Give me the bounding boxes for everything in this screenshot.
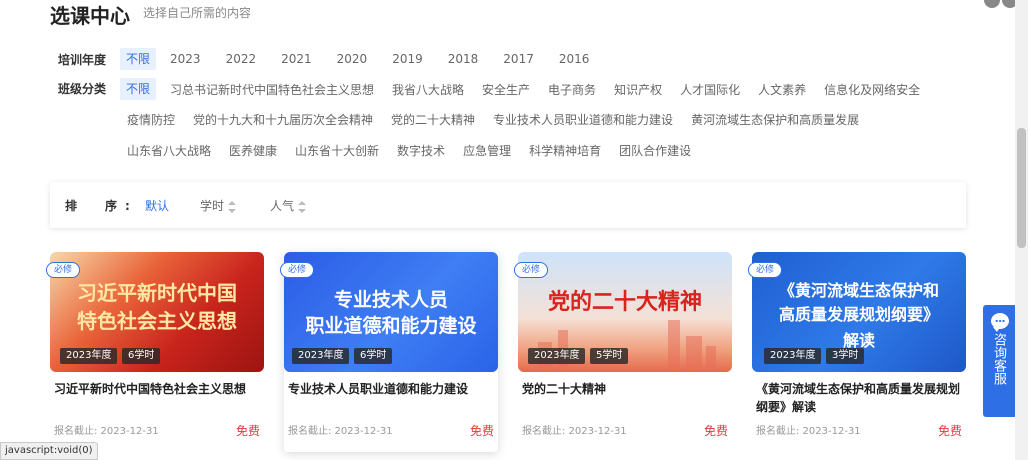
course-price: 免费 [469,424,494,438]
user-avatar-icon[interactable] [984,0,1000,8]
sort-default-option[interactable]: 默认 [145,197,169,214]
year-option[interactable]: 2017 [497,48,540,70]
category-option-all[interactable]: 不限 [120,78,157,100]
required-badge: 必修 [46,262,81,278]
course-title[interactable]: 专业技术人员职业道德和能力建设 [288,380,498,398]
course-price: 免费 [703,424,728,438]
year-tag: 2023年度 [292,348,350,364]
skyline-decoration [706,346,716,372]
browser-status-bar: javascript:void(0) [0,442,98,460]
course-cover[interactable]: 党的二十大精神 2023年度 5学时 [518,252,732,372]
sort-hours-option[interactable]: 学时 [200,197,237,214]
category-option[interactable]: 党的二十大精神 [385,109,481,131]
sort-popularity-option[interactable]: 人气 [270,197,307,214]
category-option[interactable]: 山东省十大创新 [289,140,385,162]
course-deadline: 报名截止: 2023-12-31 [54,426,159,437]
hours-tag: 6学时 [354,348,393,364]
category-option[interactable]: 知识产权 [608,79,668,101]
category-option[interactable]: 数字技术 [391,140,451,162]
category-option[interactable]: 疫情防控 [121,109,181,131]
course-card[interactable]: 党的二十大精神 2023年度 5学时 必修 党的二十大精神 报名截止: 2023… [514,252,732,452]
sort-popularity-label: 人气 [270,199,295,213]
year-option[interactable]: 2016 [553,48,596,70]
category-option[interactable]: 电子商务 [542,79,602,101]
course-card[interactable]: 习近平新时代中国 特色社会主义思想 2023年度 6学时 必修 习近平新时代中国… [46,252,264,452]
customer-service-button[interactable]: 咨询客服 [983,305,1017,417]
year-option[interactable]: 2019 [386,48,429,70]
course-title[interactable]: 《黄河流域生态保护和高质量发展规划纲要》解读 [756,380,966,416]
page-title: 选课中心 [50,4,130,28]
year-tag: 2023年度 [764,348,822,364]
cover-line: 《黄河流域生态保护和 [778,281,939,300]
course-deadline: 报名截止: 2023-12-31 [288,426,393,437]
category-option[interactable]: 团队合作建设 [613,140,697,162]
year-filter: 培训年度 不限 2023 2022 2021 2020 2019 2018 20… [58,48,595,70]
cover-line: 特色社会主义思想 [77,309,237,333]
year-option[interactable]: 2022 [220,48,263,70]
year-option[interactable]: 2023 [164,48,207,70]
course-card[interactable]: 专业技术人员 职业道德和能力建设 2023年度 6学时 必修 专业技术人员职业道… [280,252,498,452]
category-options-row-2: 疫情防控 党的十九大和十九届历次全会精神 党的二十大精神 专业技术人员职业道德和… [121,109,865,131]
year-option[interactable]: 2020 [331,48,374,70]
category-filter-label: 班级分类 [58,81,107,96]
cover-line: 党的二十大精神 [547,290,702,315]
hours-tag: 6学时 [122,348,161,364]
category-filter: 班级分类 不限 [58,78,157,100]
skyline-decoration [686,336,702,372]
page-scrollbar[interactable] [1015,0,1028,460]
cover-line: 习近平新时代中国 [77,281,237,305]
category-option[interactable]: 黄河流域生态保护和高质量发展 [685,109,865,131]
scrollbar-thumb[interactable] [1017,128,1026,248]
course-cover[interactable]: 《黄河流域生态保护和 高质量发展规划纲要》 解读 2023年度 3学时 [752,252,966,372]
course-price: 免费 [235,424,260,438]
course-price: 免费 [937,424,962,438]
category-option[interactable]: 科学精神培育 [523,140,607,162]
course-deadline: 报名截止: 2023-12-31 [522,426,627,437]
customer-service-label-wrap: 咨询客服 [991,333,1008,385]
course-cover[interactable]: 专业技术人员 职业道德和能力建设 2023年度 6学时 [284,252,498,372]
category-option[interactable]: 医养健康 [223,140,283,162]
category-option[interactable]: 山东省八大战略 [121,140,217,162]
category-option[interactable]: 应急管理 [457,140,517,162]
required-badge: 必修 [514,262,549,278]
category-option[interactable]: 我省八大战略 [386,79,470,101]
year-option-all[interactable]: 不限 [120,48,157,70]
course-title[interactable]: 习近平新时代中国特色社会主义思想 [54,380,264,398]
chat-dots-icon [995,320,1005,322]
year-option[interactable]: 2021 [275,48,318,70]
cover-line: 专业技术人员 [333,289,448,311]
course-card[interactable]: 《黄河流域生态保护和 高质量发展规划纲要》 解读 2023年度 3学时 必修 《… [748,252,966,452]
cover-line: 高质量发展规划纲要》 [778,305,939,324]
year-option[interactable]: 2018 [442,48,485,70]
page-subtitle: 选择自己所需的内容 [143,6,252,20]
category-option[interactable]: 安全生产 [476,79,536,101]
customer-service-label: 咨询客服 [991,333,1006,385]
category-options-row-3: 山东省八大战略 医养健康 山东省十大创新 数字技术 应急管理 科学精神培育 团队… [121,140,697,162]
year-filter-label: 培训年度 [58,52,107,67]
cover-line: 职业道德和能力建设 [305,315,477,337]
required-badge: 必修 [748,262,783,278]
sort-arrows-icon [298,200,307,213]
hours-tag: 3学时 [826,348,865,364]
course-cover[interactable]: 习近平新时代中国 特色社会主义思想 2023年度 6学时 [50,252,264,372]
category-option[interactable]: 专业技术人员职业道德和能力建设 [487,109,679,131]
year-tag: 2023年度 [528,348,586,364]
course-title[interactable]: 党的二十大精神 [522,380,732,398]
sort-label: 排 序: [65,199,138,213]
category-option[interactable]: 党的十九大和十九届历次全会精神 [187,109,379,131]
sort-hours-label: 学时 [200,199,225,213]
sort-bar: 排 序: 默认 学时 人气 [50,182,966,228]
course-deadline: 报名截止: 2023-12-31 [756,426,861,437]
skyline-decoration [668,320,680,372]
category-options-row-1: 习总书记新时代中国特色社会主义思想 我省八大战略 安全生产 电子商务 知识产权 … [164,79,926,101]
category-option[interactable]: 人文素养 [752,79,812,101]
category-option[interactable]: 人才国际化 [674,79,746,101]
year-tag: 2023年度 [60,348,118,364]
hours-tag: 5学时 [590,348,629,364]
required-badge: 必修 [280,262,315,278]
category-option[interactable]: 信息化及网络安全 [818,79,926,101]
category-option[interactable]: 习总书记新时代中国特色社会主义思想 [164,79,380,101]
sort-arrows-icon [228,200,237,213]
